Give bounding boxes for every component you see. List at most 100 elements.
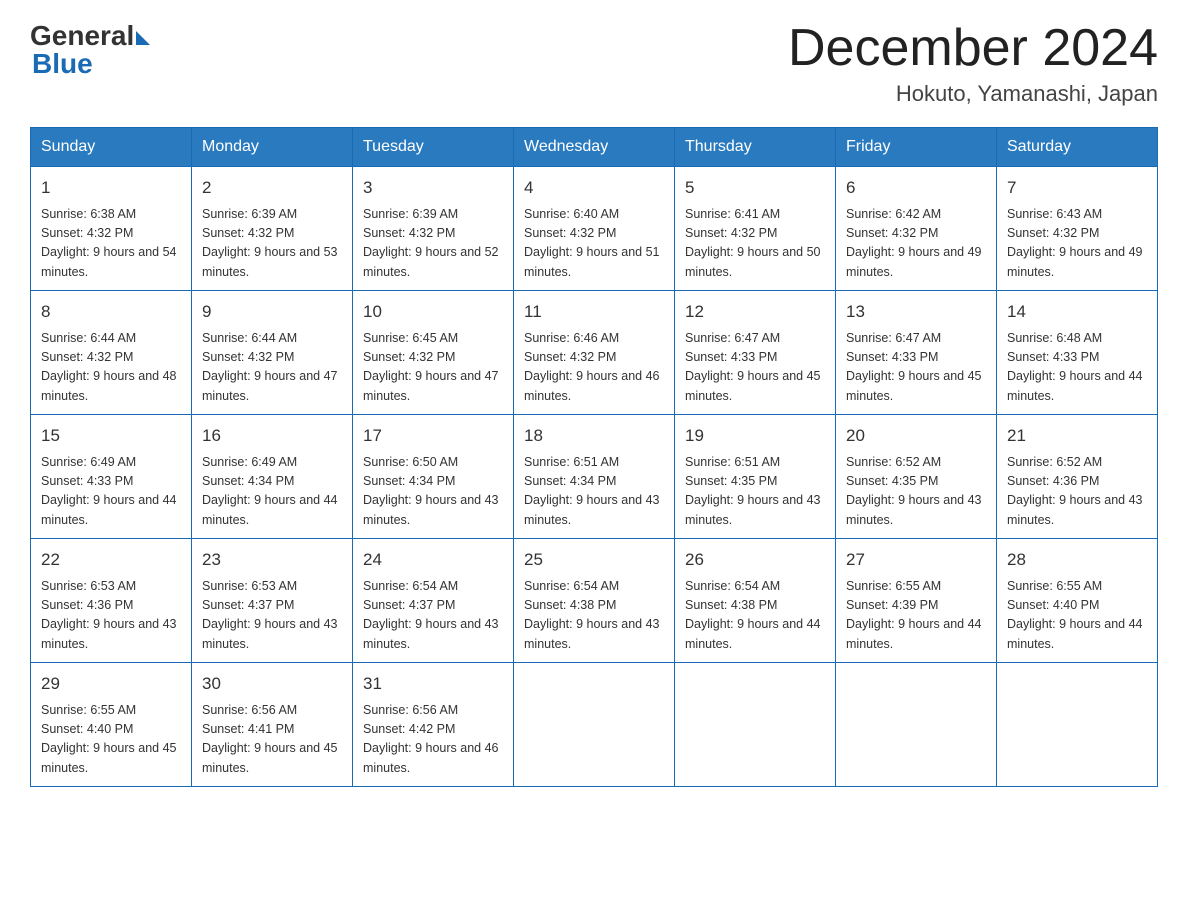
sunrise-label: Sunrise: 6:55 AM [41, 703, 136, 717]
calendar-day-cell: 27 Sunrise: 6:55 AM Sunset: 4:39 PM Dayl… [836, 539, 997, 663]
sunset-label: Sunset: 4:36 PM [1007, 474, 1099, 488]
sunset-label: Sunset: 4:32 PM [846, 226, 938, 240]
sunrise-label: Sunrise: 6:51 AM [685, 455, 780, 469]
day-info: Sunrise: 6:51 AM Sunset: 4:34 PM Dayligh… [524, 453, 664, 531]
day-number: 26 [685, 547, 825, 573]
day-number: 22 [41, 547, 181, 573]
sunrise-label: Sunrise: 6:53 AM [41, 579, 136, 593]
calendar-day-cell: 9 Sunrise: 6:44 AM Sunset: 4:32 PM Dayli… [192, 291, 353, 415]
sunset-label: Sunset: 4:32 PM [41, 350, 133, 364]
day-number: 3 [363, 175, 503, 201]
day-info: Sunrise: 6:53 AM Sunset: 4:37 PM Dayligh… [202, 577, 342, 655]
calendar-day-cell: 16 Sunrise: 6:49 AM Sunset: 4:34 PM Dayl… [192, 415, 353, 539]
sunrise-label: Sunrise: 6:46 AM [524, 331, 619, 345]
weekday-header-saturday: Saturday [997, 128, 1158, 167]
calendar-day-cell: 13 Sunrise: 6:47 AM Sunset: 4:33 PM Dayl… [836, 291, 997, 415]
sunrise-label: Sunrise: 6:54 AM [363, 579, 458, 593]
sunset-label: Sunset: 4:32 PM [1007, 226, 1099, 240]
day-info: Sunrise: 6:48 AM Sunset: 4:33 PM Dayligh… [1007, 329, 1147, 407]
calendar-day-cell: 18 Sunrise: 6:51 AM Sunset: 4:34 PM Dayl… [514, 415, 675, 539]
daylight-label: Daylight: 9 hours and 44 minutes. [1007, 369, 1143, 402]
daylight-label: Daylight: 9 hours and 43 minutes. [524, 493, 660, 526]
daylight-label: Daylight: 9 hours and 43 minutes. [846, 493, 982, 526]
sunrise-label: Sunrise: 6:38 AM [41, 207, 136, 221]
daylight-label: Daylight: 9 hours and 47 minutes. [202, 369, 338, 402]
day-number: 13 [846, 299, 986, 325]
day-info: Sunrise: 6:44 AM Sunset: 4:32 PM Dayligh… [202, 329, 342, 407]
day-info: Sunrise: 6:55 AM Sunset: 4:40 PM Dayligh… [1007, 577, 1147, 655]
month-title: December 2024 [788, 20, 1158, 77]
sunset-label: Sunset: 4:36 PM [41, 598, 133, 612]
weekday-header-wednesday: Wednesday [514, 128, 675, 167]
sunrise-label: Sunrise: 6:40 AM [524, 207, 619, 221]
calendar-day-cell: 2 Sunrise: 6:39 AM Sunset: 4:32 PM Dayli… [192, 167, 353, 291]
day-info: Sunrise: 6:38 AM Sunset: 4:32 PM Dayligh… [41, 205, 181, 283]
day-number: 21 [1007, 423, 1147, 449]
weekday-header-thursday: Thursday [675, 128, 836, 167]
calendar-week-row: 29 Sunrise: 6:55 AM Sunset: 4:40 PM Dayl… [31, 663, 1158, 787]
calendar-day-cell: 26 Sunrise: 6:54 AM Sunset: 4:38 PM Dayl… [675, 539, 836, 663]
day-number: 11 [524, 299, 664, 325]
calendar-day-cell: 12 Sunrise: 6:47 AM Sunset: 4:33 PM Dayl… [675, 291, 836, 415]
sunset-label: Sunset: 4:38 PM [524, 598, 616, 612]
calendar-day-cell: 21 Sunrise: 6:52 AM Sunset: 4:36 PM Dayl… [997, 415, 1158, 539]
daylight-label: Daylight: 9 hours and 44 minutes. [1007, 617, 1143, 650]
day-number: 29 [41, 671, 181, 697]
day-number: 23 [202, 547, 342, 573]
calendar-day-cell: 31 Sunrise: 6:56 AM Sunset: 4:42 PM Dayl… [353, 663, 514, 787]
calendar-day-cell: 6 Sunrise: 6:42 AM Sunset: 4:32 PM Dayli… [836, 167, 997, 291]
daylight-label: Daylight: 9 hours and 44 minutes. [41, 493, 177, 526]
calendar-day-cell: 7 Sunrise: 6:43 AM Sunset: 4:32 PM Dayli… [997, 167, 1158, 291]
day-number: 5 [685, 175, 825, 201]
logo-arrow-icon [136, 31, 150, 45]
day-info: Sunrise: 6:46 AM Sunset: 4:32 PM Dayligh… [524, 329, 664, 407]
calendar-day-cell: 4 Sunrise: 6:40 AM Sunset: 4:32 PM Dayli… [514, 167, 675, 291]
calendar-day-cell: 19 Sunrise: 6:51 AM Sunset: 4:35 PM Dayl… [675, 415, 836, 539]
day-number: 18 [524, 423, 664, 449]
day-info: Sunrise: 6:54 AM Sunset: 4:38 PM Dayligh… [685, 577, 825, 655]
sunset-label: Sunset: 4:32 PM [202, 226, 294, 240]
day-number: 1 [41, 175, 181, 201]
sunrise-label: Sunrise: 6:39 AM [202, 207, 297, 221]
day-info: Sunrise: 6:49 AM Sunset: 4:33 PM Dayligh… [41, 453, 181, 531]
sunset-label: Sunset: 4:34 PM [363, 474, 455, 488]
daylight-label: Daylight: 9 hours and 45 minutes. [846, 369, 982, 402]
sunset-label: Sunset: 4:32 PM [41, 226, 133, 240]
day-number: 8 [41, 299, 181, 325]
day-number: 16 [202, 423, 342, 449]
sunset-label: Sunset: 4:32 PM [524, 226, 616, 240]
calendar-body: 1 Sunrise: 6:38 AM Sunset: 4:32 PM Dayli… [31, 167, 1158, 787]
sunrise-label: Sunrise: 6:42 AM [846, 207, 941, 221]
sunrise-label: Sunrise: 6:52 AM [1007, 455, 1102, 469]
sunrise-label: Sunrise: 6:47 AM [685, 331, 780, 345]
daylight-label: Daylight: 9 hours and 47 minutes. [363, 369, 499, 402]
calendar-week-row: 1 Sunrise: 6:38 AM Sunset: 4:32 PM Dayli… [31, 167, 1158, 291]
weekday-header-sunday: Sunday [31, 128, 192, 167]
calendar-day-cell: 20 Sunrise: 6:52 AM Sunset: 4:35 PM Dayl… [836, 415, 997, 539]
sunrise-label: Sunrise: 6:53 AM [202, 579, 297, 593]
calendar-day-cell: 22 Sunrise: 6:53 AM Sunset: 4:36 PM Dayl… [31, 539, 192, 663]
sunrise-label: Sunrise: 6:47 AM [846, 331, 941, 345]
calendar-day-cell: 28 Sunrise: 6:55 AM Sunset: 4:40 PM Dayl… [997, 539, 1158, 663]
calendar-day-cell: 14 Sunrise: 6:48 AM Sunset: 4:33 PM Dayl… [997, 291, 1158, 415]
logo-blue-text: Blue [32, 48, 93, 80]
daylight-label: Daylight: 9 hours and 49 minutes. [1007, 245, 1143, 278]
daylight-label: Daylight: 9 hours and 45 minutes. [202, 741, 338, 774]
calendar-day-cell: 1 Sunrise: 6:38 AM Sunset: 4:32 PM Dayli… [31, 167, 192, 291]
day-info: Sunrise: 6:39 AM Sunset: 4:32 PM Dayligh… [363, 205, 503, 283]
sunset-label: Sunset: 4:32 PM [524, 350, 616, 364]
calendar-day-cell [675, 663, 836, 787]
day-number: 19 [685, 423, 825, 449]
day-number: 4 [524, 175, 664, 201]
sunrise-label: Sunrise: 6:44 AM [202, 331, 297, 345]
sunrise-label: Sunrise: 6:56 AM [202, 703, 297, 717]
calendar-header: SundayMondayTuesdayWednesdayThursdayFrid… [31, 128, 1158, 167]
day-info: Sunrise: 6:53 AM Sunset: 4:36 PM Dayligh… [41, 577, 181, 655]
day-info: Sunrise: 6:52 AM Sunset: 4:36 PM Dayligh… [1007, 453, 1147, 531]
sunset-label: Sunset: 4:33 PM [685, 350, 777, 364]
sunrise-label: Sunrise: 6:54 AM [685, 579, 780, 593]
calendar-day-cell [997, 663, 1158, 787]
sunset-label: Sunset: 4:40 PM [1007, 598, 1099, 612]
sunset-label: Sunset: 4:32 PM [363, 350, 455, 364]
daylight-label: Daylight: 9 hours and 43 minutes. [202, 617, 338, 650]
